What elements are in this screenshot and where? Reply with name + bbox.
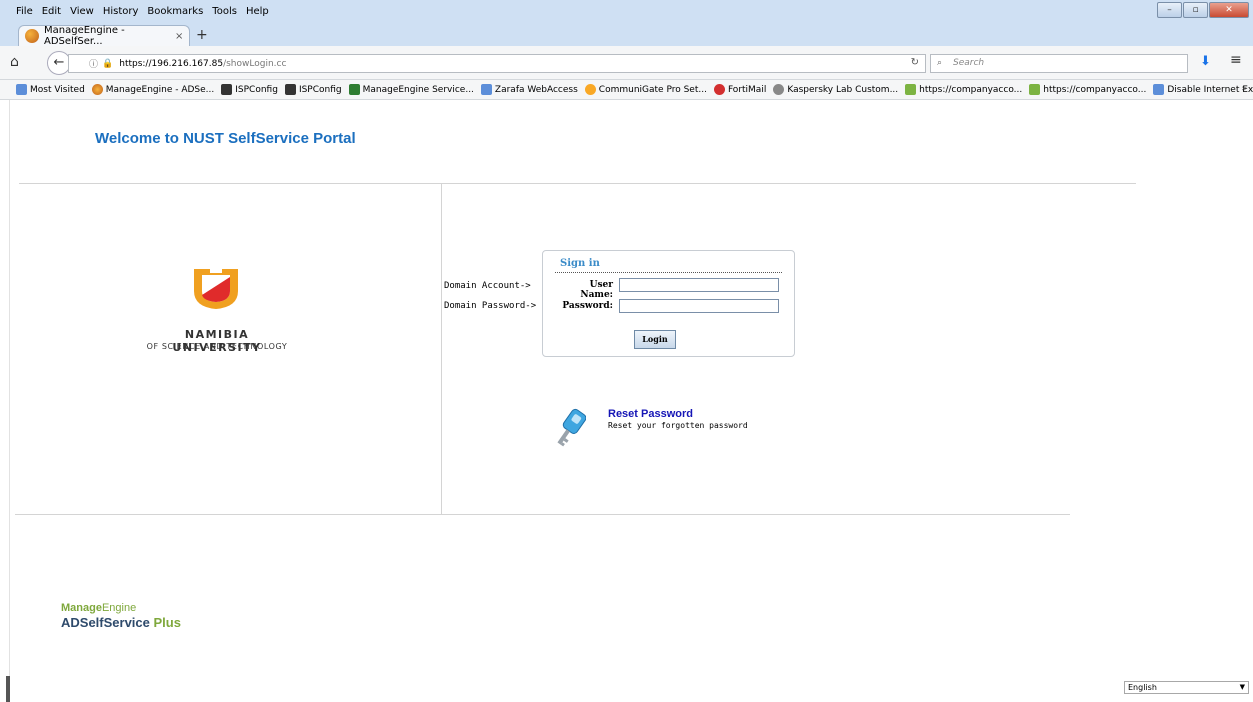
bookmark-item[interactable]: Disable Internet Explor... [1153,84,1253,95]
bookmarks-toolbar: Most Visited ManageEngine - ADSe... ISPC… [0,80,1253,100]
new-tab-button[interactable]: + [196,27,208,43]
zarafa-icon [480,84,492,95]
window-controls: – ▫ ✕ [1156,2,1249,18]
search-input[interactable]: ⌕ Search [930,54,1188,73]
brand-manage: Manage [61,602,102,614]
bookmark-label: Kaspersky Lab Custom... [787,84,899,95]
ispconfig-icon [284,84,296,95]
page-title: Welcome to NUST SelfService Portal [95,130,356,147]
login-button[interactable]: Login [634,330,676,349]
language-value: English [1128,683,1157,692]
menu-file[interactable]: File [16,6,33,17]
bookmark-label: https://companyacco... [1043,84,1147,95]
minimize-button[interactable]: – [1157,2,1182,18]
reload-icon[interactable]: ↻ [911,57,919,68]
bookmark-label: Most Visited [30,84,85,95]
brand-engine: Engine [101,602,137,614]
password-input[interactable] [619,299,779,313]
servicedesk-icon [348,84,360,95]
fortimail-icon [713,84,725,95]
edge-marker [6,676,10,702]
reset-password-description: Reset your forgotten password [608,421,748,430]
signin-panel: Sign in User Name: Password: Login [542,250,795,357]
username-label: User Name: [580,280,613,300]
university-subtitle: OF SCIENCE AND TECHNOLOGY [146,342,288,351]
divider [15,514,1070,515]
bookmark-item[interactable]: https://companyacco... [1029,84,1146,95]
info-icon[interactable]: ⓘ [89,57,98,70]
ispconfig-icon [221,84,233,95]
product-plus: Plus [153,615,181,630]
bookmark-label: ManageEngine Service... [362,84,474,95]
lock-icon[interactable]: 🔒 [102,59,113,69]
product-adselfservice: ADSelfService [61,615,150,630]
close-window-button[interactable]: ✕ [1209,2,1249,18]
menu-view[interactable]: View [70,6,94,17]
bookmark-item[interactable]: FortiMail [713,84,767,95]
bookmark-label: Zarafa WebAccess [494,84,578,95]
divider [19,183,1136,184]
domain-account-hint: Domain Account-> [444,281,531,291]
bookmark-item[interactable]: Zarafa WebAccess [480,84,578,95]
menu-history[interactable]: History [103,6,139,17]
search-icon: ⌕ [937,58,943,68]
menu-edit[interactable]: Edit [42,6,61,17]
language-select[interactable]: English ▼ [1124,681,1249,694]
menu-bookmarks[interactable]: Bookmarks [147,6,203,17]
divider-vertical [441,184,442,514]
communigate-icon [584,84,596,95]
bookmark-label: https://companyacco... [919,84,1023,95]
bookmark-label: Disable Internet Explor... [1167,84,1253,95]
bookmark-folder-icon [16,84,27,95]
signin-title: Sign in [560,258,600,269]
left-edge [0,100,10,702]
tab-bar: ManageEngine - ADSelfSer... × + [0,22,1253,47]
globe-icon [773,84,785,95]
manageengine-favicon-icon [25,29,39,43]
manageengine-logo: ManageEngine [61,602,136,614]
bookmark-item[interactable]: CommuniGate Pro Set... [584,84,707,95]
home-icon[interactable]: ⌂ [10,54,19,70]
bookmark-label: ISPConfig [298,84,342,95]
menu-hamburger-icon[interactable]: ≡ [1230,52,1242,68]
password-label: Password: [562,301,613,311]
url-path: /showLogin.cc [223,58,287,69]
bookmark-item[interactable]: https://companyacco... [905,84,1022,95]
company-icon [1029,84,1041,95]
nust-logo-icon [194,267,238,309]
menu-bar: File Edit View History Bookmarks Tools H… [0,0,1253,22]
bookmark-label: FortiMail [727,84,767,95]
maximize-button[interactable]: ▫ [1183,2,1208,18]
domain-password-hint: Domain Password-> [444,301,537,311]
company-icon [905,84,917,95]
address-bar[interactable]: ⓘ 🔒 https://196.216.167.85 /showLogin.cc… [68,54,926,73]
bookmark-item[interactable]: ManageEngine - ADSe... [91,84,215,95]
document-icon [1153,84,1165,95]
bookmark-item[interactable]: ISPConfig [221,84,278,95]
menu-help[interactable]: Help [246,6,269,17]
username-input[interactable] [619,278,779,292]
signin-divider [555,272,782,273]
bookmark-label: CommuniGate Pro Set... [598,84,707,95]
tab-adselfservice[interactable]: ManageEngine - ADSelfSer... × [18,25,190,47]
tab-close-icon[interactable]: × [175,31,189,42]
bookmark-label: ISPConfig [235,84,278,95]
bookmark-item[interactable]: ManageEngine Service... [348,84,474,95]
reset-password-link[interactable]: Reset Password [608,408,693,420]
tab-title: ManageEngine - ADSelfSer... [44,25,125,47]
menu-tools[interactable]: Tools [212,6,237,17]
url-host: https://196.216.167.85 [119,58,224,69]
bookmark-item[interactable]: Kaspersky Lab Custom... [773,84,898,95]
search-placeholder: Search [953,58,985,68]
product-name: ADSelfService Plus [61,615,181,630]
key-icon[interactable] [554,407,586,449]
download-icon[interactable]: ⬇ [1200,54,1211,69]
navigation-bar: ⌂ ← ⓘ 🔒 https://196.216.167.85 /showLogi… [0,46,1253,80]
bookmarks-overflow-icon[interactable]: » [1241,84,1247,94]
bookmark-item[interactable]: Most Visited [16,84,85,95]
manageengine-icon [91,84,103,95]
bookmark-item[interactable]: ISPConfig [284,84,342,95]
chevron-down-icon: ▼ [1239,683,1245,691]
bookmark-label: ManageEngine - ADSe... [105,84,215,95]
